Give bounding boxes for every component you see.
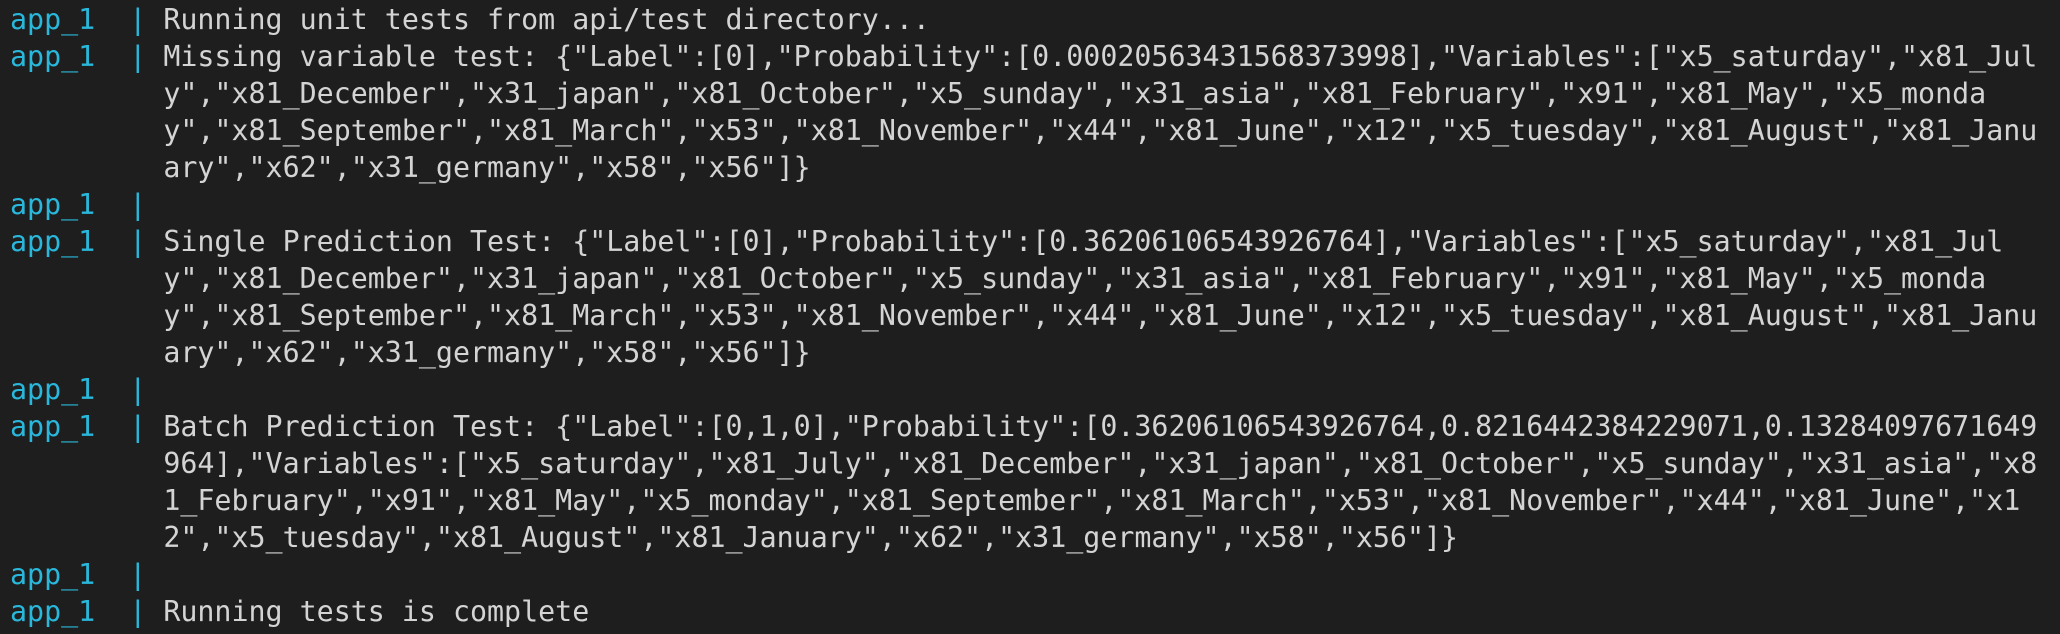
log-message [163, 186, 2047, 223]
terminal-output[interactable]: app_1 | Running unit tests from api/test… [0, 0, 2060, 634]
container-prefix: app_1 | [10, 225, 164, 258]
log-message: Running tests is complete [163, 595, 590, 628]
log-line: app_1 | [10, 371, 2060, 408]
log-message [163, 556, 2047, 593]
log-message: Batch Prediction Test: {"Label":[0,1,0],… [163, 410, 2038, 554]
log-message: Running unit tests from api/test directo… [163, 3, 930, 36]
container-prefix: app_1 | [10, 3, 164, 36]
log-line: app_1 | [10, 186, 2060, 223]
log-line: app_1 | Missing variable test: {"Label":… [10, 38, 2060, 186]
log-line: app_1 | Running tests is complete [10, 593, 2060, 630]
log-message: Missing variable test: {"Label":[0],"Pro… [163, 40, 2038, 184]
log-line: app_1 | Single Prediction Test: {"Label"… [10, 223, 2060, 371]
container-prefix: app_1 | [10, 40, 164, 73]
container-prefix: app_1 | [10, 373, 164, 406]
log-line: app_1 | [10, 556, 2060, 593]
container-prefix: app_1 | [10, 595, 164, 628]
log-message: Single Prediction Test: {"Label":[0],"Pr… [163, 225, 2038, 369]
log-line: app_1 | Running unit tests from api/test… [10, 1, 2060, 38]
container-prefix: app_1 | [10, 188, 164, 221]
log-message [163, 371, 2047, 408]
log-line: app_1 | Batch Prediction Test: {"Label":… [10, 408, 2060, 556]
container-prefix: app_1 | [10, 558, 164, 591]
container-prefix: app_1 | [10, 410, 164, 443]
